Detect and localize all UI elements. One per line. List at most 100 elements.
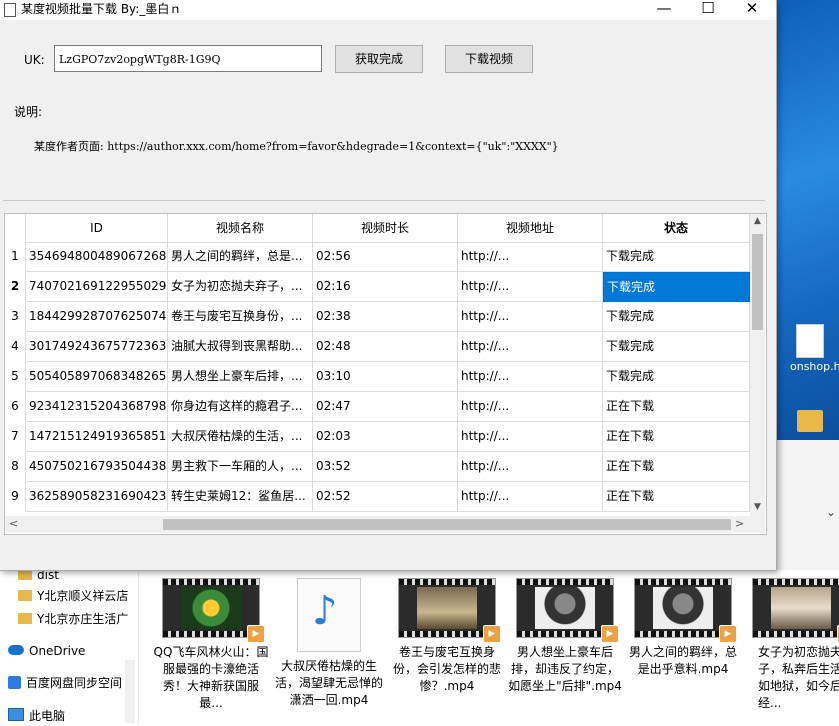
horizontal-scroll-thumb[interactable]: [163, 519, 731, 530]
cell-duration[interactable]: 02:48: [313, 332, 458, 362]
cell-name[interactable]: 男主救下一车厢的人，...: [168, 452, 313, 482]
cell-status[interactable]: 下载完成: [603, 332, 750, 362]
fetch-button[interactable]: 获取完成: [335, 45, 423, 73]
nav-item-shunyi[interactable]: Y北京顺义祥云店: [18, 586, 128, 606]
cell-name[interactable]: 大叔厌倦枯燥的生活，...: [168, 422, 313, 452]
cell-name[interactable]: 转生史莱姆12：鲨鱼居...: [168, 482, 313, 512]
nav-item-this-pc[interactable]: 此电脑: [8, 706, 65, 726]
cell-id[interactable]: 5054058970683482652: [26, 362, 168, 392]
cell-id[interactable]: 301749243675772363: [26, 332, 168, 362]
cell-url[interactable]: http://...: [458, 452, 603, 482]
maximize-button[interactable]: ☐: [686, 0, 730, 20]
cell-url[interactable]: http://...: [458, 332, 603, 362]
cell-id[interactable]: 3546948004890672685: [26, 242, 168, 272]
cell-duration[interactable]: 02:03: [313, 422, 458, 452]
cell-status[interactable]: 正在下载: [603, 392, 750, 422]
table-row[interactable]: 6 9234123152043687984 你身边有这样的瘾君子... 02:47 ht…: [5, 392, 750, 422]
row-header[interactable]: 8: [5, 452, 26, 481]
row-header[interactable]: 5: [5, 362, 26, 391]
column-header-id[interactable]: ID: [26, 214, 168, 242]
table-row[interactable]: 4 301749243675772363 油腻大叔得到丧黑帮助... 02:48 htt…: [5, 332, 750, 362]
table-row[interactable]: 7 147215124919365851... 大叔厌倦枯燥的生活，... 02:03…: [5, 422, 750, 452]
table-row[interactable]: 8 4507502167935044388 男主救下一车厢的人，... 03:52 ht…: [5, 452, 750, 482]
cell-name[interactable]: 男人之间的羁绊，总是...: [168, 242, 313, 272]
cell-url[interactable]: http://...: [458, 362, 603, 392]
column-header-url[interactable]: 视频地址: [458, 214, 603, 242]
chevron-down-icon[interactable]: ⌄: [826, 505, 836, 519]
horizontal-scrollbar[interactable]: < >: [5, 516, 750, 533]
table-row[interactable]: 1 3546948004890672685 男人之间的羁绊，总是... 02:56 ht…: [5, 242, 750, 272]
file-item[interactable]: ▶ 男人想坐上豪车后排，却违反了约定，如愿坐上"后排".mp4: [506, 578, 624, 695]
file-item[interactable]: ♪ 大叔厌倦枯燥的生活，渴望肆无忌惮的潇洒一回.mp4: [270, 578, 388, 709]
cell-status[interactable]: 下载完成: [603, 302, 750, 332]
cell-name[interactable]: 油腻大叔得到丧黑帮助...: [168, 332, 313, 362]
cell-status[interactable]: 下载完成: [603, 272, 750, 302]
row-header[interactable]: 4: [5, 332, 26, 361]
cell-id[interactable]: 4507502167935044388: [26, 452, 168, 482]
cell-duration[interactable]: 02:16: [313, 272, 458, 302]
cell-url[interactable]: http://...: [458, 302, 603, 332]
cell-url[interactable]: http://...: [458, 482, 603, 512]
corner-header[interactable]: [5, 214, 26, 242]
cell-status[interactable]: 下载完成: [603, 242, 750, 272]
scroll-down-icon[interactable]: ▼: [750, 502, 765, 512]
cell-name[interactable]: 你身边有这样的瘾君子...: [168, 392, 313, 422]
row-header[interactable]: 2: [5, 272, 26, 301]
cell-status[interactable]: 正在下载: [603, 422, 750, 452]
cell-name[interactable]: 卷王与废宅互换身份，...: [168, 302, 313, 332]
cell-duration[interactable]: 02:38: [313, 302, 458, 332]
cell-name[interactable]: 女子为初恋抛夫弃子，...: [168, 272, 313, 302]
nav-item-onedrive[interactable]: OneDrive: [8, 641, 85, 661]
cell-url[interactable]: http://...: [458, 392, 603, 422]
nav-item-yizhuang[interactable]: Y北京亦庄生活广: [18, 609, 128, 629]
close-button[interactable]: ✕: [730, 0, 774, 20]
column-header-duration[interactable]: 视频时长: [313, 214, 458, 242]
cell-id[interactable]: 9234123152043687984: [26, 392, 168, 422]
table-row[interactable]: 2 7407021691229550298 女子为初恋抛夫弃子，... 02:16 ht…: [5, 272, 750, 302]
scroll-left-icon[interactable]: <: [9, 517, 18, 530]
vertical-scrollbar[interactable]: ▲ ▼: [750, 214, 765, 516]
row-header[interactable]: 9: [5, 482, 26, 511]
desktop-folder-icon[interactable]: [790, 410, 830, 434]
video-thumbnail: ▶: [516, 578, 619, 643]
row-header[interactable]: 1: [5, 242, 26, 271]
download-video-button[interactable]: 下载视频: [445, 45, 533, 73]
play-icon: ▶: [601, 625, 619, 643]
table-row[interactable]: 9 3625890582316904234 转生史莱姆12：鲨鱼居... 02:52 h…: [5, 482, 750, 512]
cell-duration[interactable]: 03:10: [313, 362, 458, 392]
cell-status[interactable]: 正在下载: [603, 452, 750, 482]
column-header-name[interactable]: 视频名称: [168, 214, 313, 242]
file-item[interactable]: ▶ 男人之间的羁绊，总是出乎意料.mp4: [624, 578, 742, 678]
scroll-right-icon[interactable]: >: [735, 517, 744, 530]
cell-id[interactable]: 184429928707625074...: [26, 302, 168, 332]
cell-url[interactable]: http://...: [458, 422, 603, 452]
cell-id[interactable]: 147215124919365851...: [26, 422, 168, 452]
row-header[interactable]: 6: [5, 392, 26, 421]
scroll-up-icon[interactable]: ▲: [750, 216, 765, 226]
cell-status[interactable]: 正在下载: [603, 482, 750, 512]
cell-id[interactable]: 7407021691229550298: [26, 272, 168, 302]
minimize-button[interactable]: —: [642, 0, 686, 20]
row-header[interactable]: 3: [5, 302, 26, 331]
cell-duration[interactable]: 03:52: [313, 452, 458, 482]
column-header-status[interactable]: 状态: [603, 214, 750, 242]
cell-duration[interactable]: 02:56: [313, 242, 458, 272]
nav-item-baidu[interactable]: 百度网盘同步空间: [8, 673, 122, 693]
cell-duration[interactable]: 02:52: [313, 482, 458, 512]
cell-name[interactable]: 男人想坐上豪车后排，...: [168, 362, 313, 392]
uk-input[interactable]: LzGPO7zv2opgWTg8R-1G9Q: [54, 45, 322, 72]
file-item[interactable]: ▶ QQ飞车风林火山：国服最强的卡濠绝活秀！大神新获国服最...: [152, 578, 270, 712]
desktop-file-icon[interactable]: onshop.htm: [790, 324, 839, 373]
table-row[interactable]: 5 5054058970683482652 男人想坐上豪车后排，... 03:10 ht…: [5, 362, 750, 392]
row-header[interactable]: 7: [5, 422, 26, 451]
cell-url[interactable]: http://...: [458, 272, 603, 302]
cell-url[interactable]: http://...: [458, 242, 603, 272]
cell-duration[interactable]: 02:47: [313, 392, 458, 422]
file-item[interactable]: ▶ 女子为初恋抛夫弃子，私奔后生活却宛如地狱，如今后悔已经...: [742, 578, 839, 712]
table-row[interactable]: 3 184429928707625074... 卷王与废宅互换身份，... 02:38…: [5, 302, 750, 332]
nav-scrollbar[interactable]: [125, 660, 135, 723]
cell-id[interactable]: 3625890582316904234: [26, 482, 168, 512]
file-item[interactable]: ▶ 卷王与废宅互换身份，会引发怎样的悲惨？.mp4: [388, 578, 506, 695]
vertical-scroll-thumb[interactable]: [752, 234, 763, 330]
cell-status[interactable]: 下载完成: [603, 362, 750, 392]
